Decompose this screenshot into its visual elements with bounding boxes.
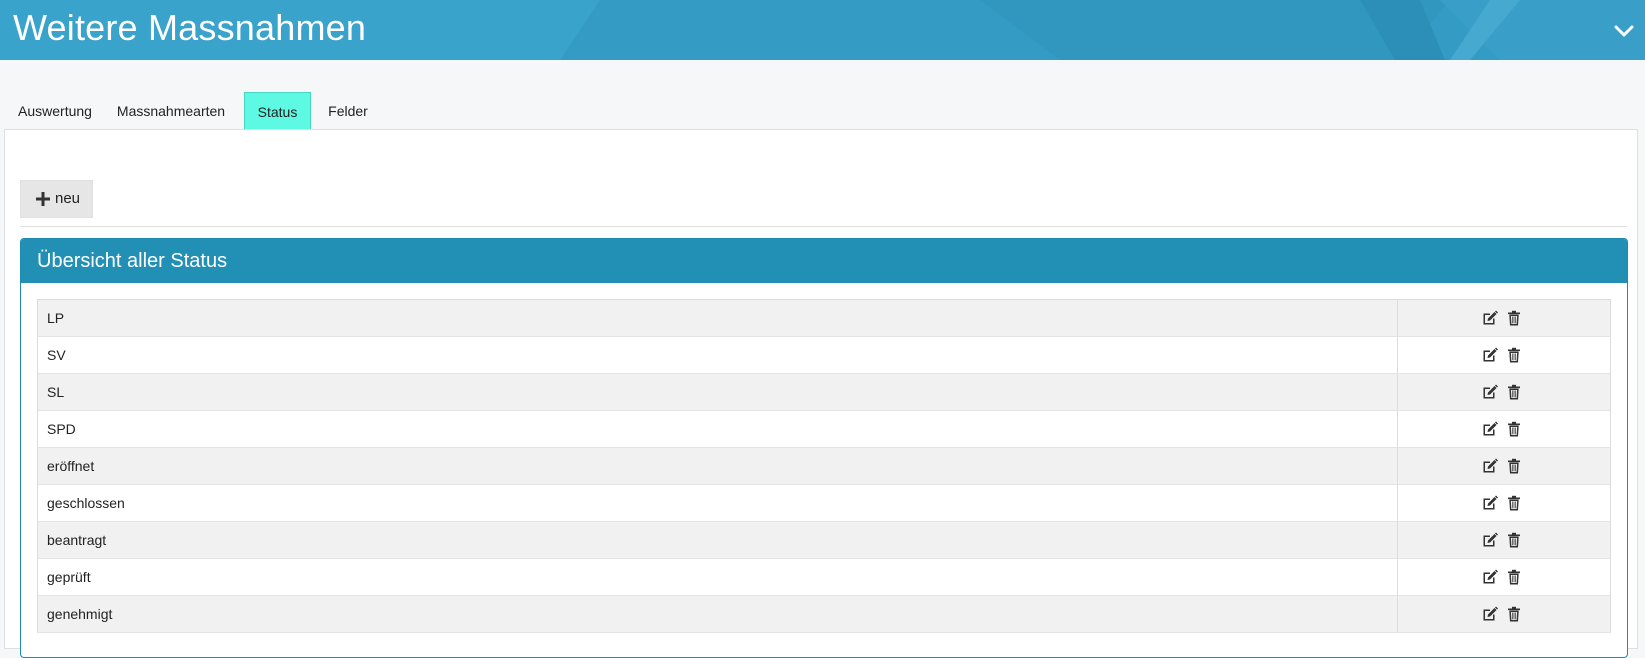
table-row: LP xyxy=(38,300,1610,337)
status-overview-card: Übersicht aller Status LP SV SL SPD eröf… xyxy=(20,238,1628,658)
edit-icon[interactable] xyxy=(1482,310,1498,326)
table-row: geprüft xyxy=(38,559,1610,596)
row-actions xyxy=(1398,559,1610,595)
status-name: SPD xyxy=(38,411,1398,447)
table-row: SV xyxy=(38,337,1610,374)
page-header: Weitere Massnahmen xyxy=(0,0,1645,60)
status-table: LP SV SL SPD eröffnet geschlossen beantr… xyxy=(37,299,1611,633)
divider xyxy=(20,226,1627,227)
table-row: geschlossen xyxy=(38,485,1610,522)
tab-auswertung[interactable]: Auswertung xyxy=(4,92,106,130)
status-name: SL xyxy=(38,374,1398,410)
trash-icon[interactable] xyxy=(1506,532,1522,548)
content-panel: neu Übersicht aller Status LP SV SL SPD … xyxy=(4,129,1638,658)
status-name: geprüft xyxy=(38,559,1398,595)
edit-icon[interactable] xyxy=(1482,495,1498,511)
edit-icon[interactable] xyxy=(1482,347,1498,363)
row-actions xyxy=(1398,337,1610,373)
row-actions xyxy=(1398,448,1610,484)
trash-icon[interactable] xyxy=(1506,495,1522,511)
status-name: LP xyxy=(38,300,1398,336)
tab-massnahmearten[interactable]: Massnahmearten xyxy=(112,92,230,130)
new-button[interactable]: neu xyxy=(20,180,93,218)
table-row: eröffnet xyxy=(38,448,1610,485)
edit-icon[interactable] xyxy=(1482,532,1498,548)
row-actions xyxy=(1398,485,1610,521)
page-title: Weitere Massnahmen xyxy=(13,7,367,48)
trash-icon[interactable] xyxy=(1506,310,1522,326)
status-name: beantragt xyxy=(38,522,1398,558)
table-row: genehmigt xyxy=(38,596,1610,633)
table-row: SL xyxy=(38,374,1610,411)
trash-icon[interactable] xyxy=(1506,421,1522,437)
row-actions xyxy=(1398,300,1610,336)
table-row: SPD xyxy=(38,411,1610,448)
table-row: beantragt xyxy=(38,522,1610,559)
tab-status[interactable]: Status xyxy=(244,92,311,130)
edit-icon[interactable] xyxy=(1482,384,1498,400)
edit-icon[interactable] xyxy=(1482,569,1498,585)
trash-icon[interactable] xyxy=(1506,606,1522,622)
status-name: genehmigt xyxy=(38,596,1398,632)
status-name: geschlossen xyxy=(38,485,1398,521)
card-title: Übersicht aller Status xyxy=(21,239,1627,283)
trash-icon[interactable] xyxy=(1506,384,1522,400)
tab-felder[interactable]: Felder xyxy=(319,92,377,130)
trash-icon[interactable] xyxy=(1506,569,1522,585)
chevron-down-icon[interactable] xyxy=(1613,20,1635,42)
row-actions xyxy=(1398,374,1610,410)
row-actions xyxy=(1398,411,1610,447)
trash-icon[interactable] xyxy=(1506,347,1522,363)
new-button-label: neu xyxy=(55,190,81,207)
edit-icon[interactable] xyxy=(1482,606,1498,622)
plus-icon xyxy=(36,192,50,206)
row-actions xyxy=(1398,596,1610,632)
edit-icon[interactable] xyxy=(1482,458,1498,474)
edit-icon[interactable] xyxy=(1482,421,1498,437)
trash-icon[interactable] xyxy=(1506,458,1522,474)
status-name: SV xyxy=(38,337,1398,373)
status-name: eröffnet xyxy=(38,448,1398,484)
row-actions xyxy=(1398,522,1610,558)
